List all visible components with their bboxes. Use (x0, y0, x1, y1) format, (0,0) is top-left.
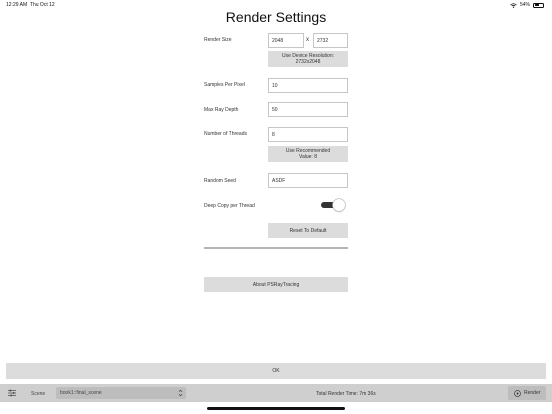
recommend-line2: Value: 8 (299, 154, 317, 160)
battery-icon (533, 2, 544, 8)
max-depth-input[interactable]: 50 (268, 102, 348, 117)
chevron-up-down-icon (178, 389, 183, 397)
threads-label: Number of Threads (204, 131, 247, 137)
render-size-label: Render Size (204, 37, 232, 43)
scene-label: Scene (31, 391, 46, 397)
render-button-label: Render (524, 390, 541, 396)
battery-percent: 54% (519, 2, 530, 8)
samples-input[interactable]: 10 (268, 78, 348, 93)
threads-input[interactable]: 8 (268, 127, 348, 142)
render-width-input[interactable]: 2048 (268, 33, 304, 48)
home-indicator (207, 407, 345, 410)
size-separator: x (306, 37, 309, 43)
status-date: Thu Oct 12 (29, 2, 55, 8)
status-time-text: 12:29 AM (6, 2, 28, 8)
reset-to-default-button[interactable]: Reset To Default (268, 223, 348, 238)
status-time: 12:29 AM Thu Oct 12 (6, 2, 55, 8)
scene-select-value: book1::final_scene (60, 390, 102, 396)
wifi-icon (510, 2, 517, 8)
scene-select[interactable]: book1::final_scene (56, 387, 186, 399)
about-button[interactable]: About PSRayTracing (204, 277, 348, 292)
render-height-input[interactable]: 2732 (313, 33, 348, 48)
use-device-resolution-button[interactable]: Use Device Resolution: 2732x2048 (268, 51, 348, 67)
seed-label: Random Seed (204, 178, 236, 184)
toggle-knob (333, 199, 345, 211)
render-time-text: Total Render Time: 7m 36s (316, 391, 376, 397)
render-button[interactable]: Render (508, 386, 546, 400)
deep-copy-label: Deep Copy per Thread (204, 203, 255, 209)
play-circle-icon (514, 389, 521, 397)
status-right: 54% (510, 2, 544, 8)
seed-input[interactable]: ASDF (268, 173, 348, 188)
use-recommended-button[interactable]: Use Recommended Value: 8 (268, 146, 348, 162)
deep-copy-toggle[interactable] (321, 199, 345, 211)
device-button-line2: 2732x2048 (295, 59, 321, 65)
section-divider (204, 247, 348, 249)
max-depth-label: Max Ray Depth (204, 107, 239, 113)
sliders-icon[interactable] (8, 389, 16, 397)
page-title: Render Settings (225, 9, 327, 25)
ok-button[interactable]: OK (6, 363, 546, 379)
samples-label: Samples Per Pixel (204, 82, 245, 88)
